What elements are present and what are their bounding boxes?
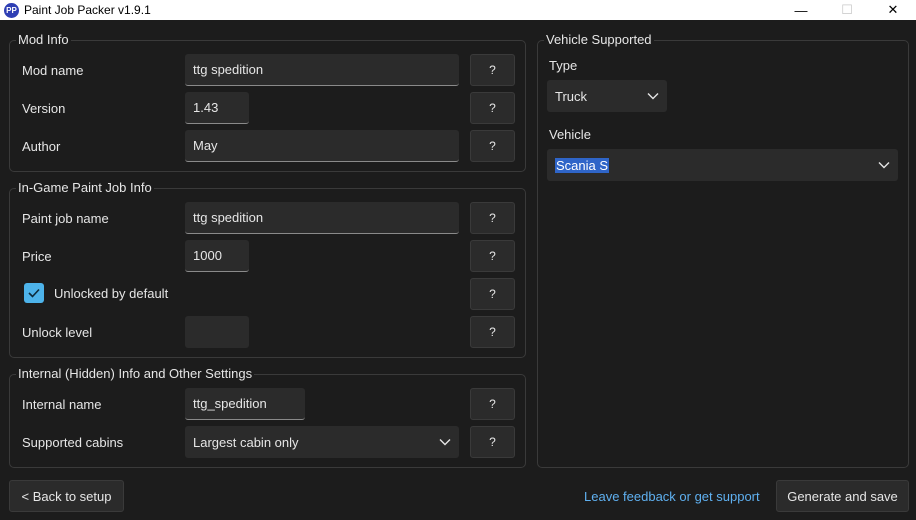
unlocked-by-default-label[interactable]: Unlocked by default — [54, 286, 168, 301]
version-label: Version — [22, 101, 66, 116]
version-help-button[interactable]: ? — [470, 92, 515, 124]
generate-and-save-button[interactable]: Generate and save — [776, 480, 909, 512]
version-input[interactable]: 1.43 — [185, 92, 249, 124]
mod-info-title: Mod Info — [16, 32, 71, 47]
paint-job-info-title: In-Game Paint Job Info — [16, 180, 154, 195]
maximize-button[interactable]: ☐ — [824, 0, 870, 20]
author-label: Author — [22, 139, 61, 154]
price-input[interactable]: 1000 — [185, 240, 249, 272]
maximize-icon: ☐ — [841, 2, 853, 17]
paint-job-name-help-button[interactable]: ? — [470, 202, 515, 234]
mod-name-help-button[interactable]: ? — [470, 54, 515, 86]
paint-job-name-input[interactable]: ttg spedition — [185, 202, 459, 234]
author-help-button[interactable]: ? — [470, 130, 515, 162]
internal-info-title: Internal (Hidden) Info and Other Setting… — [16, 366, 255, 381]
unlock-level-label: Unlock level — [22, 325, 93, 340]
feedback-link[interactable]: Leave feedback or get support — [584, 489, 760, 504]
minimize-icon: — — [794, 2, 808, 18]
type-value: Truck — [555, 88, 588, 104]
chevron-down-icon — [647, 90, 659, 102]
app-logo-icon: PP — [4, 2, 19, 18]
type-label: Type — [549, 58, 578, 73]
unlock-level-input[interactable] — [185, 316, 249, 348]
unlocked-by-default-checkbox[interactable] — [24, 283, 44, 303]
vehicle-select[interactable]: Scania S — [547, 149, 898, 181]
internal-name-label: Internal name — [22, 397, 102, 412]
vehicle-supported-title: Vehicle Supported — [544, 32, 654, 47]
window-title: Paint Job Packer v1.9.1 — [24, 3, 151, 17]
price-help-button[interactable]: ? — [470, 240, 515, 272]
checkmark-icon — [28, 288, 40, 298]
paint-job-name-label: Paint job name — [22, 211, 109, 226]
supported-cabins-label: Supported cabins — [22, 435, 124, 450]
mod-name-label: Mod name — [22, 63, 84, 78]
close-button[interactable]: ✕ — [870, 0, 916, 20]
author-input[interactable]: May — [185, 130, 459, 162]
supported-cabins-value: Largest cabin only — [193, 434, 299, 450]
close-icon: ✕ — [887, 2, 899, 17]
internal-name-help-button[interactable]: ? — [470, 388, 515, 420]
vehicle-value: Scania S — [555, 157, 610, 173]
type-select[interactable]: Truck — [547, 80, 667, 112]
supported-cabins-select[interactable]: Largest cabin only — [185, 426, 459, 458]
chevron-down-icon — [878, 159, 890, 171]
vehicle-label: Vehicle — [549, 127, 591, 142]
window-controls: — ☐ ✕ — [778, 0, 916, 20]
title-bar: PP Paint Job Packer v1.9.1 — ☐ ✕ — [0, 0, 916, 20]
unlock-level-help-button[interactable]: ? — [470, 316, 515, 348]
unlocked-help-button[interactable]: ? — [470, 278, 515, 310]
price-label: Price — [22, 249, 52, 264]
mod-name-input[interactable]: ttg spedition — [185, 54, 459, 86]
back-to-setup-button[interactable]: < Back to setup — [9, 480, 124, 512]
internal-name-input[interactable]: ttg_spedition — [185, 388, 305, 420]
minimize-button[interactable]: — — [778, 0, 824, 20]
chevron-down-icon — [439, 436, 451, 448]
supported-cabins-help-button[interactable]: ? — [470, 426, 515, 458]
